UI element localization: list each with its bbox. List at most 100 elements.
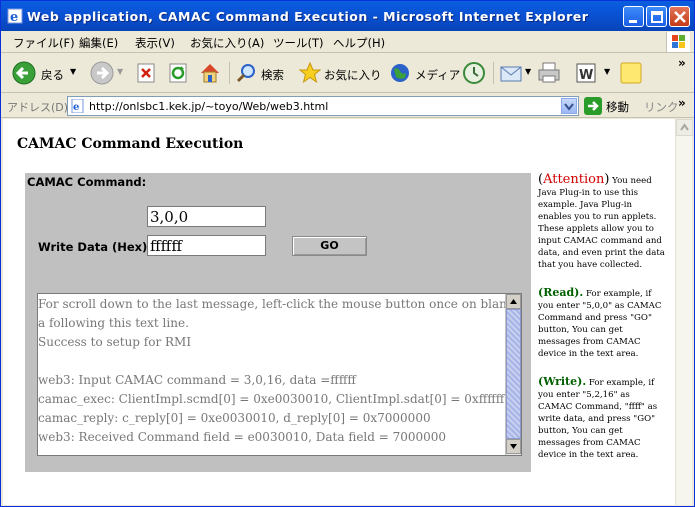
log-line: web3: Input CAMAC command = 3,0,16, data… (38, 373, 356, 387)
print-icon (538, 62, 560, 83)
address-label: アドレス(D) (7, 101, 69, 114)
print-button[interactable] (537, 60, 561, 86)
home-button[interactable] (198, 60, 222, 86)
go-arrow-icon[interactable] (584, 97, 602, 115)
write-heading: (Write). (538, 375, 587, 388)
page-icon: e (71, 99, 84, 113)
command-input[interactable]: 3,0,0 (147, 206, 266, 227)
forward-button[interactable]: ▼ (89, 60, 125, 86)
attention-close: ) (604, 172, 610, 187)
read-heading: (Read). (538, 286, 584, 299)
log-line: Success to setup for RMI (38, 335, 192, 349)
stop-button[interactable] (135, 60, 157, 86)
svg-text:e: e (73, 102, 79, 113)
toolbar-separator (229, 62, 230, 84)
page-scrollbar[interactable] (675, 119, 693, 505)
menu-tools[interactable]: ツール(T) (273, 35, 324, 51)
stop-icon (137, 63, 155, 83)
links-overflow-icon[interactable]: » (678, 96, 686, 110)
instructions-panel: (Attention) You need Java Plug-in to use… (538, 172, 665, 477)
history-icon (463, 62, 485, 84)
address-url: http://onlsbc1.kek.jp/~toyo/Web/web3.htm… (89, 100, 329, 113)
close-button[interactable] (669, 6, 690, 27)
edit-button[interactable]: W ▼ (574, 60, 614, 86)
search-label: 検索 (261, 68, 284, 82)
message-log: For scroll down to the last message, lef… (38, 295, 505, 447)
svg-text:W: W (579, 68, 593, 83)
camac-applet: CAMAC Command: 3,0,0 Write Data (Hex) : … (25, 173, 531, 472)
media-globe-icon (391, 64, 409, 82)
menu-file[interactable]: ファイル(F) (13, 35, 75, 51)
close-icon (674, 11, 686, 23)
page-content: CAMAC Command Execution CAMAC Command: 3… (3, 119, 675, 505)
write-paragraph: (Write). For example, if you enter "5,2,… (538, 376, 665, 461)
go-label[interactable]: 移動 (606, 99, 629, 115)
log-line: a following this text line. (38, 316, 189, 330)
log-scrollbar[interactable] (505, 294, 521, 455)
svg-text:e: e (10, 10, 18, 24)
minimize-icon (629, 20, 637, 23)
links-label[interactable]: リンク (644, 99, 679, 115)
address-dropdown-icon[interactable] (561, 98, 577, 114)
toolbar-overflow-icon[interactable]: » (678, 56, 686, 70)
write-data-input[interactable]: ffffff (147, 235, 266, 256)
scroll-thumb[interactable] (506, 309, 521, 439)
back-arrow-icon (12, 61, 36, 85)
mail-icon (500, 66, 522, 82)
search-icon (236, 64, 255, 83)
menu-help[interactable]: ヘルプ(H) (333, 35, 385, 51)
message-textarea[interactable]: For scroll down to the last message, lef… (37, 293, 522, 456)
minimize-button[interactable] (623, 6, 644, 27)
window-title: Web application, CAMAC Command Execution… (27, 9, 589, 24)
scroll-up-icon[interactable] (506, 294, 521, 309)
read-text: For example, if you enter "5,0,0" as CAM… (538, 289, 662, 359)
scroll-down-icon[interactable] (506, 439, 521, 454)
search-button[interactable]: 検索 (235, 60, 289, 86)
maximize-icon (651, 11, 663, 23)
menu-view[interactable]: 表示(V) (135, 35, 175, 51)
address-bar: アドレス(D) e http://onlsbc1.kek.jp/~toyo/We… (1, 94, 694, 118)
back-label: 戻る (41, 68, 64, 82)
log-line: camac_exec: ClientImpl.scmd[0] = 0xe0030… (38, 392, 505, 406)
command-label: CAMAC Command: (27, 175, 147, 189)
ie-logo-icon: e (7, 8, 23, 24)
write-data-label: Write Data (Hex) : (38, 240, 156, 254)
log-line: web3: Received Command field = e0030010,… (38, 430, 447, 444)
go-button[interactable]: GO (292, 236, 367, 256)
note-icon (620, 62, 642, 84)
log-line: camac_reply: c_reply[0] = 0xe0030010, d_… (38, 411, 431, 425)
maximize-button[interactable] (646, 6, 667, 27)
word-edit-icon: W (576, 63, 596, 83)
refresh-button[interactable] (167, 60, 189, 86)
media-button[interactable]: メディア (388, 60, 460, 86)
address-input[interactable]: e http://onlsbc1.kek.jp/~toyo/Web/web3.h… (67, 96, 579, 116)
menu-favorites[interactable]: お気に入り(A) (190, 35, 264, 51)
windows-logo-icon (666, 32, 690, 52)
messenger-button[interactable] (619, 60, 643, 86)
write-text: For example, if you enter "5,2,16" as CA… (538, 378, 658, 460)
page-scroll-up-icon[interactable] (676, 119, 693, 136)
forward-arrow-icon (90, 61, 114, 85)
favorites-label: お気に入り (324, 68, 382, 82)
menu-bar: ファイル(F) 編集(E) 表示(V) お気に入り(A) ツール(T) ヘルプ(… (1, 31, 694, 53)
favorites-button[interactable]: お気に入り (298, 60, 382, 86)
attention-text: You need Java Plug-in to use this exampl… (538, 176, 665, 270)
favorites-star-icon (298, 61, 322, 84)
forward-dropdown-icon[interactable]: ▼ (117, 67, 123, 76)
media-label: メディア (415, 68, 461, 82)
edit-dropdown-icon[interactable]: ▼ (604, 67, 610, 76)
browser-window: e Web application, CAMAC Command Executi… (0, 0, 695, 507)
toolbar-separator (493, 62, 494, 84)
attention-paragraph: (Attention) You need Java Plug-in to use… (538, 172, 665, 271)
mail-button[interactable]: ▼ (499, 60, 533, 86)
toolbar: 戻る ▼ ▼ 検索 お気に入り メディア ▼ W ▼ » (1, 54, 694, 93)
log-line: For scroll down to the last message, lef… (38, 297, 505, 311)
mail-dropdown-icon[interactable]: ▼ (525, 67, 531, 76)
back-button[interactable]: 戻る ▼ (11, 60, 81, 86)
title-bar[interactable]: e Web application, CAMAC Command Executi… (1, 1, 694, 31)
history-button[interactable] (461, 60, 487, 86)
page-title: CAMAC Command Execution (17, 136, 244, 152)
menu-edit[interactable]: 編集(E) (79, 35, 118, 51)
back-dropdown-icon[interactable]: ▼ (70, 67, 76, 76)
